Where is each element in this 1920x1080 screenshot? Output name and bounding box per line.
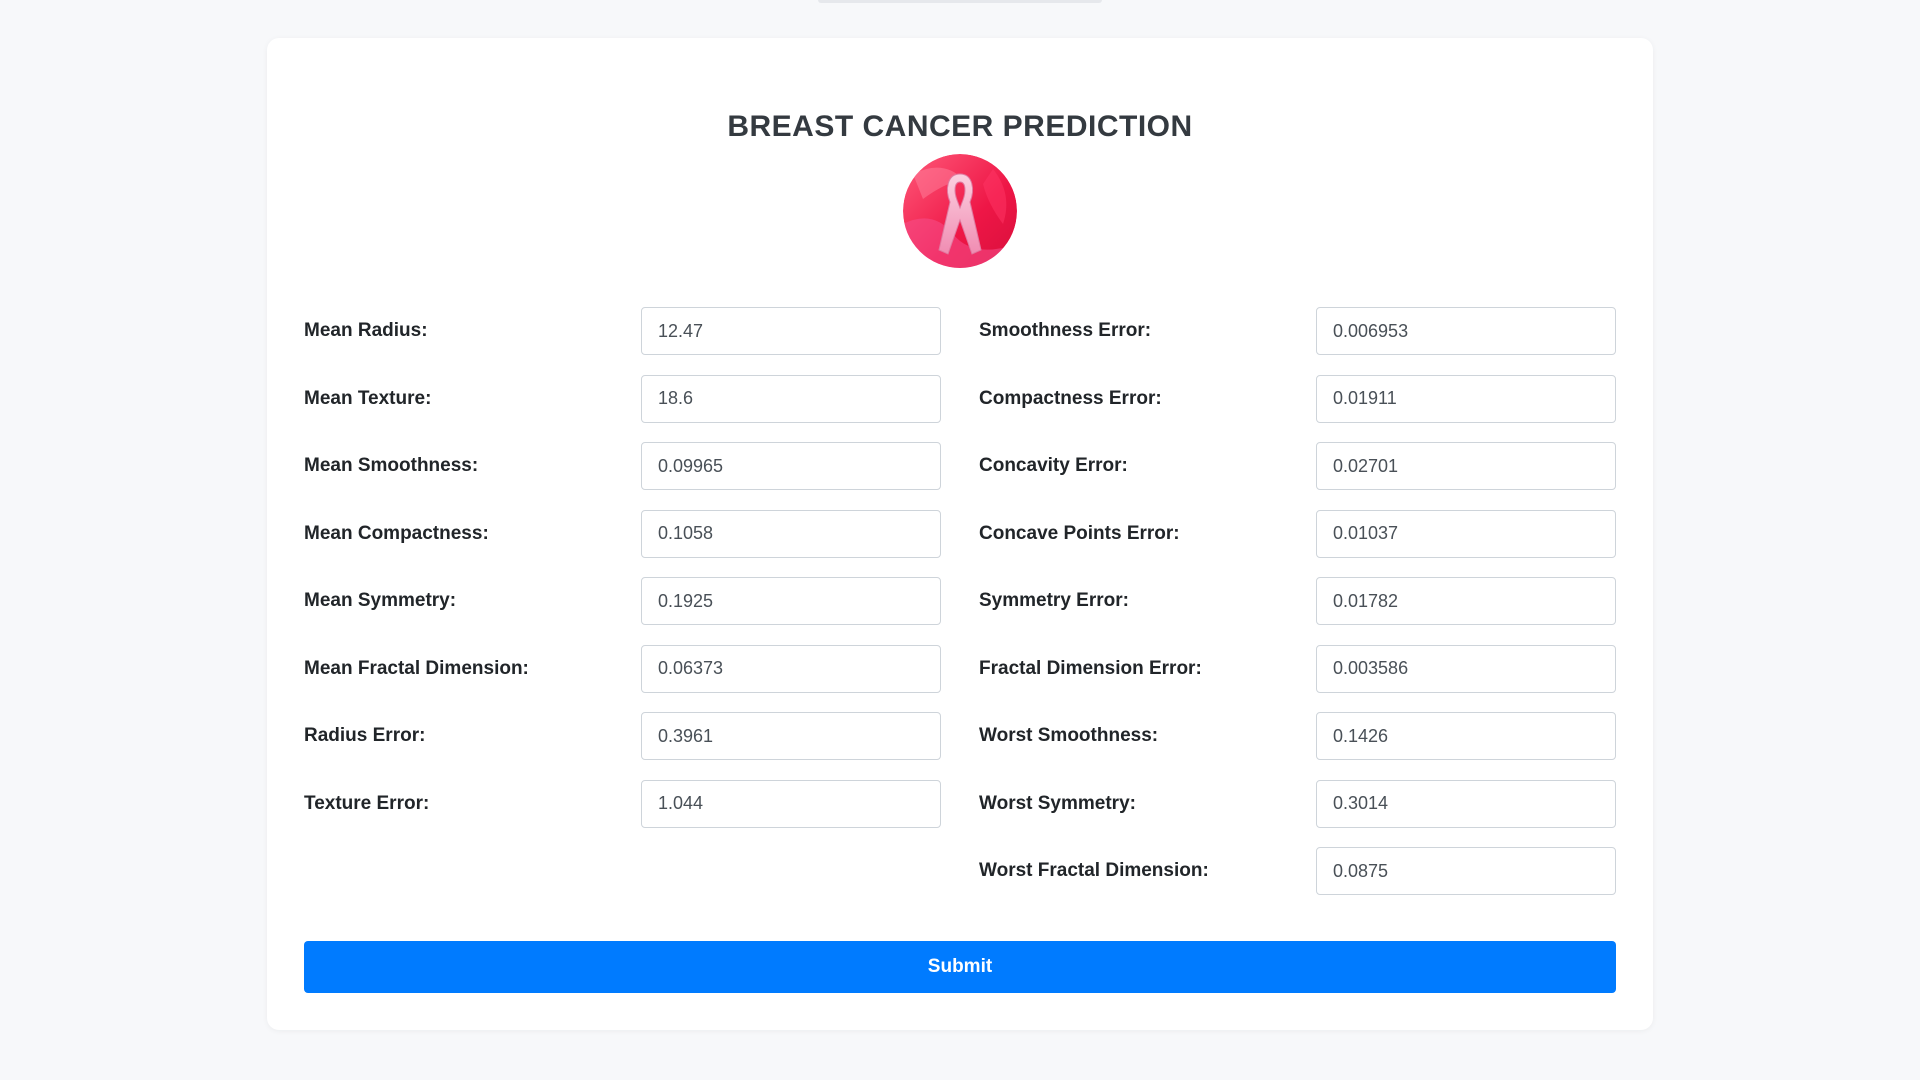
field-worst-symmetry: Worst Symmetry: xyxy=(979,779,1616,848)
field-symmetry-error: Symmetry Error: xyxy=(979,577,1616,645)
concavity-error-input[interactable] xyxy=(1316,442,1616,490)
field-label: Texture Error: xyxy=(304,792,430,814)
field-compactness-error: Compactness Error: xyxy=(979,374,1616,443)
field-mean-fractal-dimension: Mean Fractal Dimension: xyxy=(304,644,941,713)
mean-texture-input[interactable] xyxy=(641,374,941,423)
pink-ribbon-icon xyxy=(903,154,1017,268)
smoothness-error-input[interactable] xyxy=(1316,307,1616,355)
field-fractal-dimension-error: Fractal Dimension Error: xyxy=(979,644,1616,713)
field-label: Mean Radius: xyxy=(304,320,428,341)
page-title: BREAST CANCER PREDICTION xyxy=(727,110,1193,143)
field-label: Mean Texture: xyxy=(304,387,432,409)
field-mean-symmetry: Mean Symmetry: xyxy=(304,577,941,645)
field-mean-smoothness: Mean Smoothness: xyxy=(304,442,941,510)
field-worst-smoothness: Worst Smoothness: xyxy=(979,712,1616,780)
field-label: Concavity Error: xyxy=(979,455,1128,476)
worst-fractal-dimension-input[interactable] xyxy=(1316,847,1616,895)
field-label: Smoothness Error: xyxy=(979,320,1152,341)
field-smoothness-error: Smoothness Error: xyxy=(979,307,1616,375)
symmetry-error-input[interactable] xyxy=(1316,577,1616,625)
field-label: Mean Fractal Dimension: xyxy=(304,657,529,679)
mean-symmetry-input[interactable] xyxy=(641,577,941,625)
field-mean-radius: Mean Radius: xyxy=(304,307,941,375)
field-label: Compactness Error: xyxy=(979,387,1162,409)
field-label: Radius Error: xyxy=(304,725,426,746)
top-decoration xyxy=(818,0,1102,3)
prediction-card: BREAST CANCER PREDICTION Mean Radius: 12… xyxy=(267,38,1653,1030)
field-label: Worst Symmetry: xyxy=(979,792,1136,814)
texture-error-input[interactable] xyxy=(641,779,941,828)
field-mean-compactness: Mean Compactness: xyxy=(304,509,941,578)
worst-symmetry-input[interactable] xyxy=(1316,779,1616,828)
concave-points-error-input[interactable] xyxy=(1316,509,1616,558)
field-label: Concave Points Error: xyxy=(979,522,1180,544)
field-label: Mean Compactness: xyxy=(304,522,489,544)
compactness-error-input[interactable] xyxy=(1316,374,1616,423)
field-mean-texture: Mean Texture: xyxy=(304,374,941,443)
mean-radius-input[interactable] xyxy=(641,307,941,355)
worst-smoothness-input[interactable] xyxy=(1316,712,1616,760)
right-column: Smoothness Error: Compactness Error: Con… xyxy=(979,307,1616,915)
field-radius-error: Radius Error: xyxy=(304,712,941,780)
field-label: Mean Symmetry: xyxy=(304,590,457,611)
field-label: Worst Fractal Dimension: xyxy=(979,860,1209,881)
field-label: Fractal Dimension Error: xyxy=(979,657,1202,679)
radius-error-input[interactable] xyxy=(641,712,941,760)
mean-compactness-input[interactable] xyxy=(641,509,941,558)
field-label: Mean Smoothness: xyxy=(304,455,479,476)
mean-smoothness-input[interactable] xyxy=(641,442,941,490)
left-column: Mean Radius: Mean Texture: Mean Smoothne… xyxy=(304,307,941,848)
mean-fractal-dimension-input[interactable] xyxy=(641,644,941,693)
submit-button[interactable]: Submit xyxy=(304,941,1616,993)
field-texture-error: Texture Error: xyxy=(304,779,941,848)
field-concave-points-error: Concave Points Error: xyxy=(979,509,1616,578)
field-concavity-error: Concavity Error: xyxy=(979,442,1616,510)
fractal-dimension-error-input[interactable] xyxy=(1316,644,1616,693)
field-label: Symmetry Error: xyxy=(979,590,1129,611)
field-worst-fractal-dimension: Worst Fractal Dimension: xyxy=(979,847,1616,915)
field-label: Worst Smoothness: xyxy=(979,725,1159,746)
